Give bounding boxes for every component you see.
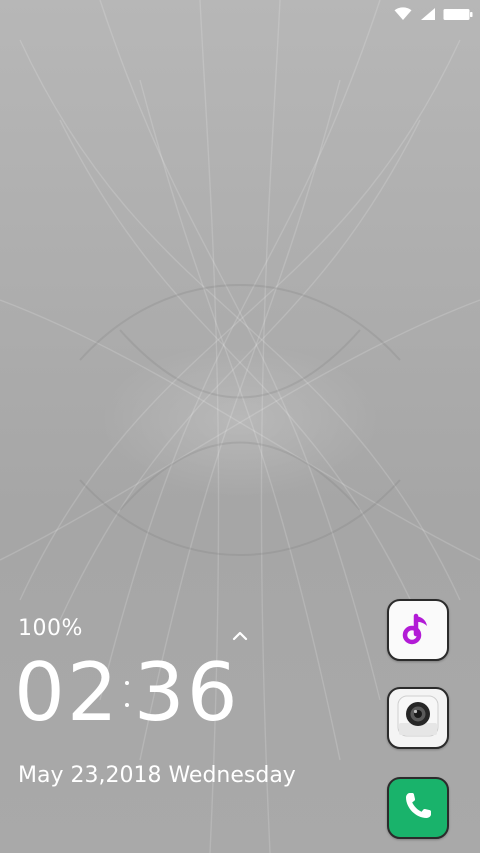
- camera-shortcut-button[interactable]: [387, 687, 449, 749]
- clock: 02 36: [14, 650, 240, 736]
- battery-percentage: 100%: [18, 616, 83, 641]
- music-shortcut-button[interactable]: [387, 599, 449, 661]
- music-note-icon: [398, 608, 438, 652]
- phone-icon: [400, 788, 436, 828]
- battery-icon: [443, 6, 473, 25]
- clock-separator: [121, 663, 133, 723]
- clock-minutes: 36: [133, 646, 240, 739]
- phone-shortcut-button[interactable]: [387, 777, 449, 839]
- chevron-up-icon[interactable]: [231, 627, 249, 646]
- date-text: May 23,2018 Wednesday: [18, 763, 296, 788]
- wifi-icon: [394, 6, 412, 25]
- camera-icon: [395, 693, 441, 743]
- cell-signal-icon: [420, 6, 436, 25]
- clock-hours: 02: [14, 646, 120, 739]
- status-bar: [0, 0, 480, 28]
